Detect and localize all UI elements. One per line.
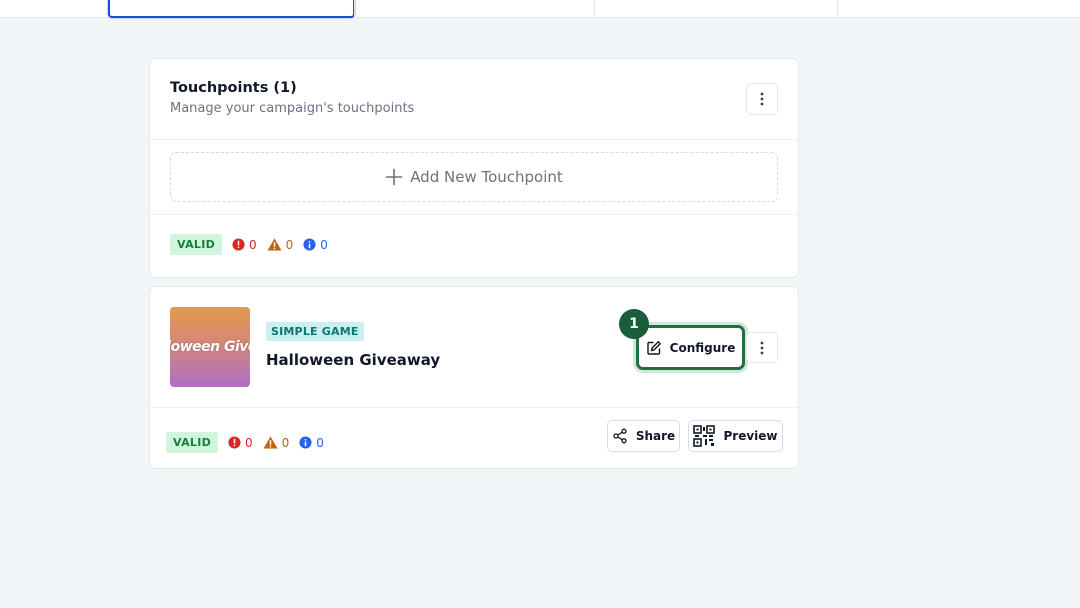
info-count: 0 <box>299 436 324 450</box>
share-label: Share <box>635 429 676 443</box>
touchpoints-status-row: VALID 0 0 0 <box>150 215 798 277</box>
preview-label: Preview <box>723 429 778 443</box>
touchpoint-footer: VALID 0 0 0 Share Preview <box>150 408 798 467</box>
error-count: 0 <box>228 436 253 450</box>
status-badge: VALID <box>166 432 219 453</box>
error-count-value: 0 <box>245 435 253 450</box>
touchpoints-title: Touchpoints (1) <box>170 80 297 96</box>
touchpoint-thumbnail: lloween Givea <box>170 307 250 387</box>
touchpoints-subtitle: Manage your campaign's touchpoints <box>170 101 415 116</box>
touchpoints-header: Touchpoints (1) Manage your campaign's t… <box>150 59 798 140</box>
tab-divider <box>594 0 595 18</box>
plus-icon <box>385 168 403 186</box>
top-tab-bar <box>0 0 1080 18</box>
share-button[interactable]: Share <box>607 420 680 452</box>
share-icon <box>613 428 627 444</box>
error-count-value: 0 <box>249 237 257 252</box>
add-touchpoint-button[interactable]: Add New Touchpoint <box>170 152 778 202</box>
warning-count: 0 <box>263 435 290 450</box>
tab-divider <box>354 0 355 18</box>
info-count: 0 <box>303 238 328 252</box>
warning-triangle-icon <box>267 238 282 251</box>
error-circle-icon <box>232 238 245 251</box>
touchpoints-menu-button[interactable] <box>746 83 778 115</box>
touchpoint-body: lloween Givea SIMPLE GAME Halloween Give… <box>150 287 798 408</box>
warning-count-value: 0 <box>281 435 290 450</box>
add-touchpoint-row: Add New Touchpoint <box>150 140 798 215</box>
touchpoint-name: Halloween Giveaway <box>266 351 441 369</box>
info-circle-icon <box>299 436 312 449</box>
warning-count-value: 0 <box>285 237 294 252</box>
configure-label: Configure <box>669 340 736 355</box>
add-touchpoint-label: Add New Touchpoint <box>410 168 563 186</box>
info-circle-icon <box>303 238 316 251</box>
touchpoint-menu-button[interactable] <box>746 332 778 363</box>
configure-button[interactable]: Configure <box>636 325 745 370</box>
touchpoint-card: lloween Givea SIMPLE GAME Halloween Give… <box>149 286 799 469</box>
touchpoints-card: Touchpoints (1) Manage your campaign's t… <box>149 58 799 278</box>
touchpoint-type-badge: SIMPLE GAME <box>266 322 364 341</box>
preview-button[interactable]: Preview <box>688 420 783 452</box>
warning-triangle-icon <box>263 436 278 449</box>
info-count-value: 0 <box>316 435 324 450</box>
error-count: 0 <box>232 238 257 252</box>
more-vertical-icon <box>760 92 764 106</box>
edit-pencil-icon <box>646 340 661 355</box>
error-circle-icon <box>228 436 241 449</box>
step-marker: 1 <box>619 309 649 339</box>
active-tab[interactable] <box>108 0 355 18</box>
status-badge: VALID <box>170 234 223 255</box>
tab-divider <box>837 0 838 18</box>
warning-count: 0 <box>267 237 294 252</box>
info-count-value: 0 <box>320 237 328 252</box>
thumbnail-text: lloween Givea <box>170 339 250 355</box>
qr-code-icon <box>693 425 716 447</box>
more-vertical-icon <box>760 341 764 354</box>
